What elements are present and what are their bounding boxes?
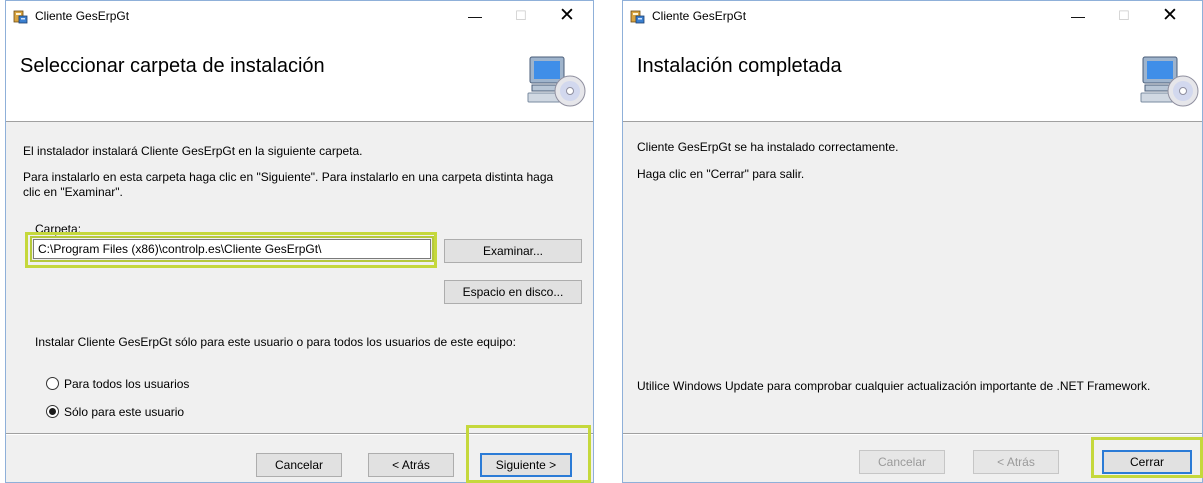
- minimize-button[interactable]: —: [1055, 1, 1101, 31]
- close-button[interactable]: ✕: [544, 1, 590, 31]
- back-button[interactable]: < Atrás: [973, 450, 1059, 474]
- installer-app-icon: [630, 10, 645, 24]
- success-message: Cliente GesErpGt se ha instalado correct…: [637, 140, 899, 154]
- exit-hint: Haga clic en "Cerrar" para salir.: [637, 167, 805, 181]
- install-scope-question: Instalar Cliente GesErpGt sólo para este…: [35, 335, 516, 349]
- update-note: Utilice Windows Update para comprobar cu…: [637, 379, 1151, 393]
- computer-disc-icon: [527, 56, 586, 107]
- window-title: Cliente GesErpGt: [35, 9, 130, 23]
- radio-current-user-label: Sólo para este usuario: [64, 405, 185, 419]
- maximize-button[interactable]: ☐: [498, 1, 544, 31]
- radio-current-user[interactable]: [46, 405, 59, 418]
- installer-app-icon: [13, 10, 28, 24]
- title-bar[interactable]: Cliente GesErpGt — ☐ ✕: [623, 1, 1202, 31]
- installer-window-complete: Cliente GesErpGt — ☐ ✕ Instalación compl…: [622, 0, 1203, 483]
- browse-button[interactable]: Examinar...: [444, 239, 582, 263]
- header-banner: Instalación completada: [623, 31, 1202, 122]
- close-button[interactable]: ✕: [1147, 1, 1193, 31]
- instruction-text-line1: Para instalarlo en esta carpeta haga cli…: [23, 170, 554, 184]
- minimize-button[interactable]: —: [452, 1, 498, 31]
- radio-all-users-label: Para todos los usuarios: [64, 377, 190, 391]
- next-button[interactable]: Siguiente >: [480, 453, 572, 477]
- page-title: Instalación completada: [637, 55, 842, 77]
- intro-text: El instalador instalará Cliente GesErpGt…: [23, 144, 363, 158]
- title-bar[interactable]: Cliente GesErpGt — ☐ ✕: [6, 1, 593, 31]
- header-banner: Seleccionar carpeta de instalación: [6, 31, 593, 122]
- footer-divider: [6, 433, 593, 435]
- page-title: Seleccionar carpeta de instalación: [20, 55, 325, 77]
- folder-label: Carpeta:: [35, 222, 82, 236]
- computer-disc-icon: [1140, 56, 1199, 107]
- maximize-button[interactable]: ☐: [1101, 1, 1147, 31]
- installer-window-select-folder: Cliente GesErpGt — ☐ ✕ Seleccionar carpe…: [5, 0, 594, 483]
- disk-space-button[interactable]: Espacio en disco...: [444, 280, 582, 304]
- footer-divider: [623, 433, 1202, 435]
- cancel-button[interactable]: Cancelar: [256, 453, 342, 477]
- instruction-text-line2: clic en "Examinar".: [23, 185, 123, 199]
- radio-all-users[interactable]: [46, 377, 59, 390]
- back-button[interactable]: < Atrás: [368, 453, 454, 477]
- folder-path-input[interactable]: [30, 236, 434, 262]
- window-title: Cliente GesErpGt: [652, 9, 747, 23]
- finish-close-button[interactable]: Cerrar: [1102, 450, 1192, 474]
- cancel-button[interactable]: Cancelar: [859, 450, 945, 474]
